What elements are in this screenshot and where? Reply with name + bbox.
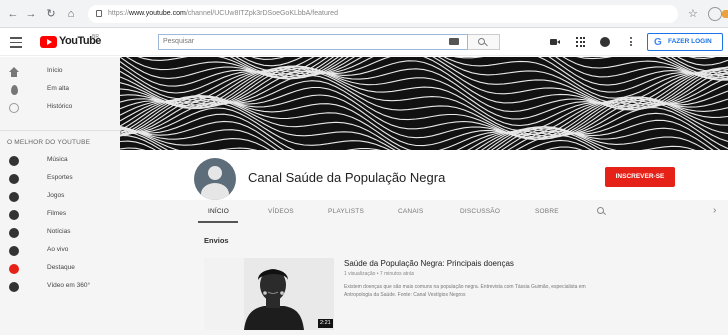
channel-name: Canal Saúde da População Negra bbox=[248, 170, 446, 185]
trending-icon bbox=[11, 85, 18, 95]
news-icon bbox=[9, 228, 19, 238]
search-icon bbox=[478, 38, 485, 45]
sidebar-item-movies[interactable]: Filmes bbox=[0, 207, 120, 223]
video-360-icon bbox=[9, 282, 19, 292]
channel-banner bbox=[120, 57, 728, 150]
video-meta: 1 visualização • 7 minutos atrás bbox=[344, 271, 415, 277]
back-icon[interactable]: ← bbox=[6, 7, 20, 21]
logo-region: BR bbox=[92, 34, 99, 40]
banner-wave-line bbox=[120, 57, 728, 87]
url-path: /channel/UCUw8ITZpk3rDSoeGoKLbbA/feature… bbox=[185, 10, 338, 17]
lock-icon bbox=[96, 10, 102, 17]
sidebar-item-music[interactable]: Música bbox=[0, 153, 120, 169]
video-duration: 2:21 bbox=[318, 319, 333, 328]
video-title[interactable]: Saúde da População Negra: Principais doe… bbox=[344, 259, 514, 268]
music-icon bbox=[9, 156, 19, 166]
avatar-head bbox=[208, 166, 222, 180]
sidebar-item-label: Música bbox=[47, 156, 68, 163]
youtube-topbar: YouTube BR Pesquisar G FAZER LOGIN bbox=[0, 28, 728, 56]
url-prefix: https:// bbox=[108, 10, 130, 17]
banner-art bbox=[120, 57, 728, 150]
sidebar-item-gaming[interactable]: Jogos bbox=[0, 189, 120, 205]
sidebar-item-label: Vídeo em 360° bbox=[47, 282, 91, 289]
gaming-icon bbox=[9, 192, 19, 202]
tab-discussion[interactable]: DISCUSSÃO bbox=[460, 208, 500, 215]
banner-wave-line bbox=[120, 125, 714, 150]
search-input[interactable]: Pesquisar bbox=[158, 34, 468, 50]
google-g-icon: G bbox=[654, 37, 662, 48]
sidebar-item-label: Histórico bbox=[47, 103, 73, 110]
home-icon-base bbox=[11, 72, 17, 77]
sidebar-item-label: Filmes bbox=[47, 210, 67, 217]
banner-wave-line bbox=[120, 146, 583, 150]
sidebar-item-360[interactable]: Vídeo em 360° bbox=[0, 279, 120, 295]
browser-toolbar: ← → ↻ ⌂ https://www.youtube.com/channel/… bbox=[0, 0, 728, 28]
tab-channels[interactable]: CANAIS bbox=[398, 208, 423, 215]
sidebar: Início Em alta Histórico O MELHOR DO YOU… bbox=[0, 57, 120, 335]
channel-avatar[interactable] bbox=[194, 158, 236, 200]
sidebar-item-label: Destaque bbox=[47, 264, 75, 271]
sidebar-item-trending[interactable]: Em alta bbox=[0, 82, 120, 98]
history-icon bbox=[9, 103, 19, 113]
movies-icon bbox=[9, 210, 19, 220]
video-description: Existem doenças que são mais comuns na p… bbox=[344, 284, 586, 298]
sidebar-item-label: Ao vivo bbox=[47, 246, 69, 253]
sidebar-item-label: Em alta bbox=[47, 85, 70, 92]
banner-wave-line bbox=[120, 126, 707, 150]
reload-icon[interactable]: ↻ bbox=[44, 7, 58, 21]
sidebar-item-sports[interactable]: Esportes bbox=[0, 171, 120, 187]
sidebar-divider bbox=[0, 130, 120, 131]
tab-videos[interactable]: VÍDEOS bbox=[268, 208, 294, 215]
banner-wave-line bbox=[120, 57, 728, 81]
banner-wave-line bbox=[120, 127, 696, 150]
youtube-play-icon bbox=[40, 36, 57, 48]
live-icon bbox=[9, 246, 19, 256]
forward-icon[interactable]: → bbox=[24, 7, 38, 21]
create-video-icon[interactable] bbox=[550, 37, 560, 47]
thumbnail-portrait bbox=[204, 258, 334, 330]
more-options-icon[interactable] bbox=[630, 37, 633, 47]
sidebar-item-home[interactable]: Início bbox=[0, 64, 120, 80]
login-label: FAZER LOGIN bbox=[668, 38, 712, 45]
tab-home[interactable]: INÍCIO bbox=[208, 208, 229, 215]
uploads-section-title[interactable]: Envios bbox=[204, 236, 229, 245]
channel-search-icon[interactable] bbox=[597, 207, 604, 214]
sidebar-item-label: Esportes bbox=[47, 174, 73, 181]
menu-icon[interactable] bbox=[10, 37, 22, 48]
home-button-icon[interactable]: ⌂ bbox=[64, 7, 78, 21]
avatar-body bbox=[201, 183, 229, 200]
banner-wave-line bbox=[120, 107, 728, 150]
tab-playlists[interactable]: PLAYLISTS bbox=[328, 208, 364, 215]
messages-icon[interactable] bbox=[600, 37, 610, 47]
sidebar-item-label: Início bbox=[47, 67, 63, 74]
keyboard-icon[interactable] bbox=[449, 38, 459, 45]
url-host: www.youtube.com bbox=[129, 10, 186, 17]
apps-icon[interactable] bbox=[576, 37, 586, 47]
sports-icon bbox=[9, 174, 19, 184]
sidebar-section-title: O MELHOR DO YOUTUBE bbox=[7, 139, 91, 146]
bookmark-star-icon[interactable]: ☆ bbox=[688, 7, 698, 20]
sidebar-item-label: Notícias bbox=[47, 228, 71, 235]
tab-about[interactable]: SOBRE bbox=[535, 208, 559, 215]
login-button[interactable]: G FAZER LOGIN bbox=[647, 33, 723, 51]
banner-wave-line bbox=[120, 86, 728, 140]
sidebar-item-news[interactable]: Notícias bbox=[0, 225, 120, 241]
video-thumbnail[interactable] bbox=[204, 258, 334, 330]
extension-icon[interactable] bbox=[722, 10, 728, 18]
search-button[interactable] bbox=[468, 34, 500, 50]
banner-wave-line bbox=[137, 57, 728, 79]
spotlight-icon bbox=[9, 264, 19, 274]
banner-wave-line bbox=[251, 57, 717, 60]
sidebar-item-spotlight[interactable]: Destaque bbox=[0, 261, 120, 277]
active-tab-indicator bbox=[198, 221, 238, 223]
profile-icon[interactable] bbox=[708, 7, 722, 21]
address-bar[interactable]: https://www.youtube.com/channel/UCUw8ITZ… bbox=[88, 5, 678, 23]
sidebar-item-live[interactable]: Ao vivo bbox=[0, 243, 120, 259]
chevron-right-icon[interactable]: › bbox=[713, 205, 716, 216]
banner-wave-line bbox=[120, 130, 604, 150]
sidebar-item-history[interactable]: Histórico bbox=[0, 100, 120, 116]
sidebar-item-label: Jogos bbox=[47, 192, 65, 199]
subscribe-button[interactable]: INSCREVER-SE bbox=[605, 167, 675, 187]
banner-wave-line bbox=[229, 57, 728, 76]
